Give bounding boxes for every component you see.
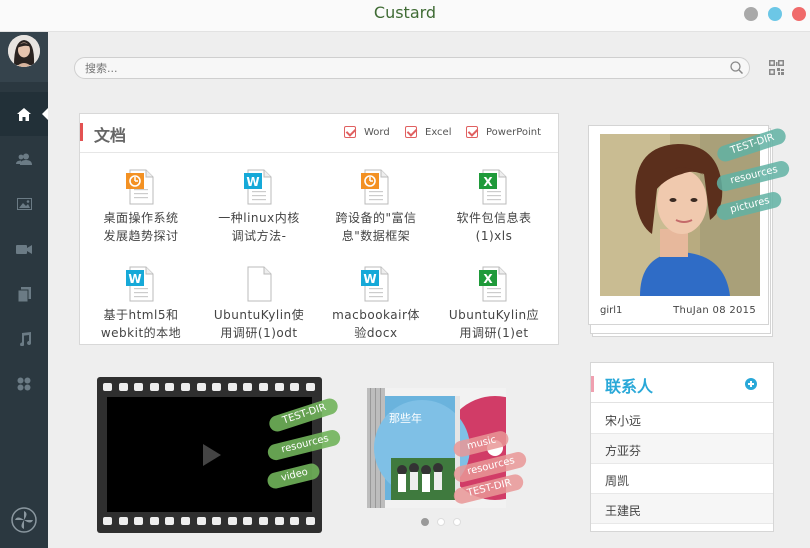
document-name: 基于html5和 webkit的本地: [100, 308, 182, 340]
document-name: 跨设备的"富信 息"数据框架: [335, 211, 417, 243]
video-widget[interactable]: TEST-DIR resources video: [97, 377, 343, 533]
document-name: 一种linux内核 调试方法-: [218, 211, 300, 243]
word-file-icon: W: [361, 266, 391, 302]
minimize-button[interactable]: [744, 7, 758, 21]
picture-icon: [16, 198, 32, 210]
document-name: UbuntuKylin应 用调研(1)et: [448, 308, 540, 340]
ppt-file-icon: [361, 169, 391, 205]
maximize-button[interactable]: [768, 7, 782, 21]
search-bar[interactable]: [74, 57, 750, 79]
photo-widget[interactable]: girl1 ThuJan 08 2015 TEST-DIR resources …: [588, 125, 792, 337]
music-album-widget[interactable]: 那些年 music resources TEST-DIR: [367, 388, 547, 508]
play-icon[interactable]: [203, 444, 221, 466]
nav-home[interactable]: [0, 92, 48, 136]
document-item[interactable]: W 一种linux内核 调试方法-: [209, 169, 309, 245]
search-input[interactable]: [85, 60, 715, 76]
carousel-dot-2[interactable]: [437, 518, 445, 526]
document-name: 桌面操作系统 发展趋势探讨: [103, 211, 179, 243]
nav-video[interactable]: [0, 227, 48, 271]
svg-text:W: W: [363, 272, 376, 286]
music-icon: [20, 332, 31, 346]
photo-date: ThuJan 08 2015: [673, 305, 756, 316]
documents-panel: 文档 Word Excel PowerPoint 桌面操作系统 发展趋势探讨 W …: [79, 113, 559, 345]
home-icon: [17, 107, 31, 121]
filter-word-label: Word: [364, 126, 390, 138]
word-checkbox[interactable]: [344, 126, 356, 138]
filter-word[interactable]: Word: [344, 126, 390, 138]
document-item[interactable]: 跨设备的"富信 息"数据框架: [326, 169, 426, 245]
carousel-dot-1[interactable]: [421, 518, 429, 526]
powerpoint-checkbox[interactable]: [466, 126, 478, 138]
document-item[interactable]: 桌面操作系统 发展趋势探讨: [91, 169, 191, 245]
contact-row[interactable]: 方亚芬: [591, 434, 773, 464]
contacts-panel: 联系人 宋小远 方亚芬 周凯 王建民: [590, 362, 774, 532]
word-file-icon: W: [244, 169, 274, 205]
title-bar: Custard: [0, 0, 810, 32]
contact-row[interactable]: 周凯: [591, 464, 773, 494]
search-icon[interactable]: [730, 61, 743, 74]
document-name: UbuntuKylin使 用调研(1)odt: [213, 308, 305, 340]
nav-documents[interactable]: [0, 272, 48, 316]
contact-row[interactable]: 宋小远: [591, 404, 773, 434]
svg-text:W: W: [246, 175, 259, 189]
excel-file-icon: X: [479, 169, 509, 205]
nav-contacts[interactable]: [0, 137, 48, 181]
close-button[interactable]: [792, 7, 806, 21]
contact-row[interactable]: 王建民: [591, 494, 773, 524]
ppt-file-icon: [126, 169, 156, 205]
document-name: 软件包信息表 (1)xls: [456, 211, 532, 243]
carousel-pagination: [421, 518, 461, 526]
contacts-header: 联系人: [591, 363, 773, 403]
nav-pictures[interactable]: [0, 182, 48, 226]
document-item[interactable]: X 软件包信息表 (1)xls: [444, 169, 544, 245]
avatar[interactable]: [8, 35, 40, 67]
filter-excel[interactable]: Excel: [405, 126, 452, 138]
nav-apps[interactable]: [0, 362, 48, 406]
video-icon: [16, 244, 32, 254]
accent-bar: [591, 376, 594, 392]
sidebar: [0, 32, 48, 548]
document-item[interactable]: UbuntuKylin使 用调研(1)odt: [209, 266, 309, 342]
contacts-icon: [16, 153, 32, 165]
document-item[interactable]: X UbuntuKylin应 用调研(1)et: [444, 266, 544, 342]
svg-text:X: X: [483, 272, 493, 286]
word-file-icon: W: [126, 266, 156, 302]
document-item[interactable]: W macbookair体 验docx: [326, 266, 426, 342]
document-item[interactable]: W 基于html5和 webkit的本地: [91, 266, 191, 342]
carousel-dot-3[interactable]: [453, 518, 461, 526]
excel-file-icon: X: [479, 266, 509, 302]
excel-checkbox[interactable]: [405, 126, 417, 138]
profile-area: [0, 32, 48, 82]
contacts-title: 联系人: [605, 377, 654, 396]
filter-powerpoint[interactable]: PowerPoint: [466, 126, 541, 138]
film-perforations-bottom: [103, 517, 315, 527]
blank-file-icon: [244, 266, 274, 302]
accent-bar: [80, 123, 83, 141]
album-cover-text: 那些年: [389, 412, 422, 425]
svg-text:W: W: [128, 272, 141, 286]
film-perforations-top: [103, 383, 315, 393]
filter-excel-label: Excel: [425, 126, 452, 138]
documents-header: 文档 Word Excel PowerPoint: [80, 114, 558, 153]
document-name: macbookair体 验docx: [332, 308, 420, 340]
add-contact-button[interactable]: [745, 378, 757, 390]
qr-code-icon[interactable]: [769, 60, 784, 75]
nav-settings[interactable]: [0, 498, 48, 542]
filter-powerpoint-label: PowerPoint: [486, 126, 542, 138]
apps-icon: [17, 377, 31, 391]
photo-caption: girl1: [600, 305, 623, 316]
documents-title: 文档: [94, 126, 127, 145]
nav-music[interactable]: [0, 317, 48, 361]
documents-icon: [17, 286, 31, 302]
window-title: Custard: [373, 3, 437, 22]
pinwheel-icon: [11, 507, 37, 533]
svg-text:X: X: [483, 175, 493, 189]
